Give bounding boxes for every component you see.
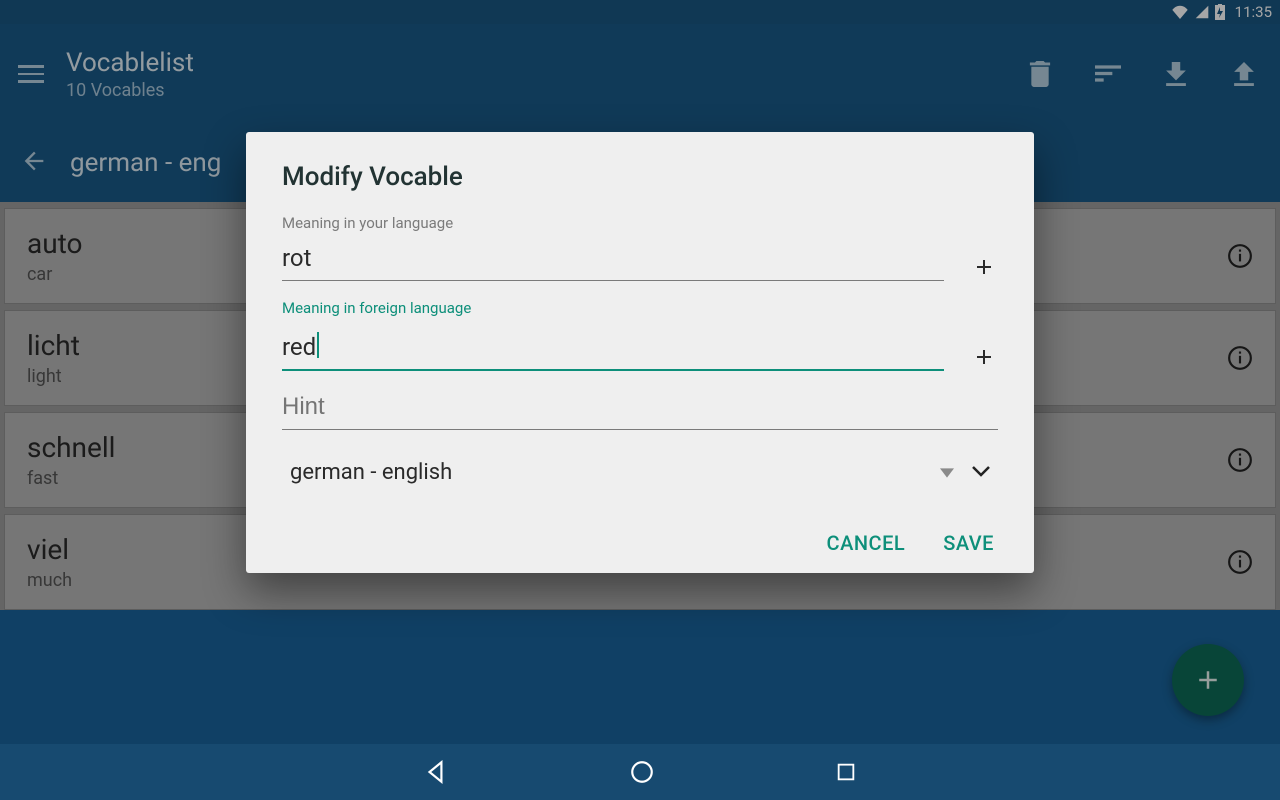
modify-vocable-dialog: Modify Vocable Meaning in your language …: [246, 132, 1034, 573]
nav-home-icon[interactable]: [629, 759, 655, 785]
system-nav-bar: [0, 744, 1280, 800]
add-foreign-meaning-icon[interactable]: [972, 345, 998, 371]
hint-input[interactable]: [282, 389, 998, 430]
text-cursor: [317, 332, 319, 358]
dropdown-triangle-icon[interactable]: [940, 463, 954, 482]
foreign-meaning-input[interactable]: red: [282, 325, 944, 371]
native-meaning-input[interactable]: rot: [282, 240, 944, 281]
add-native-meaning-icon[interactable]: [972, 255, 998, 281]
foreign-meaning-value: red: [282, 333, 316, 361]
chevron-down-icon[interactable]: [972, 463, 990, 482]
nav-overview-icon[interactable]: [835, 761, 857, 783]
native-language-label: Meaning in your language: [282, 214, 998, 232]
nav-back-icon[interactable]: [423, 759, 449, 785]
save-button[interactable]: SAVE: [943, 531, 994, 555]
dialog-title: Modify Vocable: [282, 162, 998, 192]
foreign-language-label: Meaning in foreign language: [282, 299, 998, 317]
language-select[interactable]: german - english: [290, 460, 940, 485]
cancel-button[interactable]: CANCEL: [827, 531, 906, 555]
